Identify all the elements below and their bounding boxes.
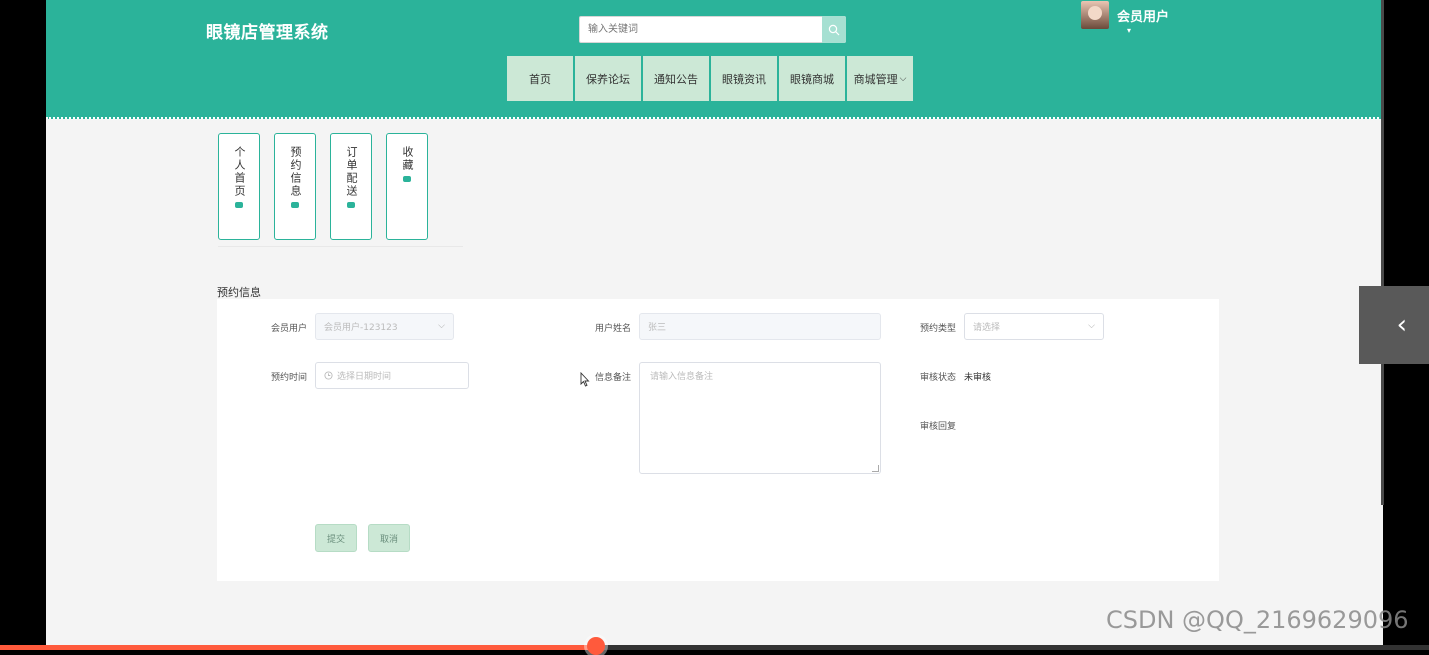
nav-shop[interactable]: 眼镜商城 — [779, 56, 845, 101]
sidebar-tabs: 个人首页 预约信息 订单配送 收藏 — [218, 133, 428, 240]
time-label: 预约时间 — [270, 373, 307, 383]
chevron-down-icon: ⌵ — [1088, 321, 1095, 331]
name-label: 用户姓名 — [594, 324, 631, 334]
sidebar-item-label: 订单配送 — [345, 146, 358, 198]
brand-title: 眼镜店管理系统 — [206, 23, 329, 43]
appointment-form: 会员用户 会员用户-123123 ⌵ 用户姓名 张三 预约类型 请选择 ⌵ 预约… — [217, 299, 1219, 581]
sidebar-item-profile[interactable]: 个人首页 — [218, 133, 260, 240]
browser-page: 眼镜店管理系统 会员用户 ▾ 首页 保养论坛 通知公告 眼镜资讯 眼镜商城 商城… — [46, 0, 1383, 650]
search-input[interactable] — [580, 17, 831, 42]
member-value: 会员用户-123123 — [324, 323, 398, 333]
sidebar-item-favorites[interactable]: 收藏 — [386, 133, 428, 240]
nav-notice[interactable]: 通知公告 — [643, 56, 709, 101]
nav-forum[interactable]: 保养论坛 — [575, 56, 641, 101]
search-box — [579, 16, 846, 43]
type-select[interactable]: 请选择 ⌵ — [964, 313, 1104, 340]
collapse-panel-button[interactable]: ‹ — [1359, 286, 1429, 364]
note-placeholder: 请输入信息备注 — [650, 372, 714, 382]
chevron-down-icon: ⌵ — [899, 73, 907, 84]
member-select[interactable]: 会员用户-123123 ⌵ — [315, 313, 454, 340]
type-label: 预约类型 — [919, 324, 956, 334]
name-value: 张三 — [648, 323, 667, 333]
site-header: 眼镜店管理系统 会员用户 ▾ 首页 保养论坛 通知公告 眼镜资讯 眼镜商城 商城… — [46, 0, 1383, 119]
leaf-icon — [347, 202, 355, 208]
chevron-down-icon[interactable]: ▾ — [1127, 26, 1131, 35]
progress-fill — [0, 645, 596, 650]
status-value: 未审核 — [964, 373, 992, 383]
video-progress-bar[interactable] — [0, 637, 1429, 655]
reply-label: 审核回复 — [919, 422, 956, 432]
user-menu[interactable]: 会员用户 — [1081, 0, 1169, 30]
clock-icon — [324, 371, 333, 380]
sidebar-item-label: 预约信息 — [289, 146, 302, 198]
nav-news[interactable]: 眼镜资讯 — [711, 56, 777, 101]
section-title: 预约信息 — [217, 286, 261, 299]
note-textarea[interactable]: 请输入信息备注 — [639, 362, 881, 474]
scrollbar[interactable] — [1381, 0, 1384, 505]
progress-handle[interactable] — [587, 637, 605, 655]
search-icon — [828, 24, 840, 35]
divider — [218, 246, 463, 247]
nav-shop-management[interactable]: 商城管理 ⌵ — [847, 56, 913, 101]
status-label: 审核状态 — [919, 373, 956, 383]
main-nav: 首页 保养论坛 通知公告 眼镜资讯 眼镜商城 商城管理 ⌵ — [507, 56, 913, 101]
type-placeholder: 请选择 — [973, 323, 1001, 333]
sidebar-item-appointment[interactable]: 预约信息 — [274, 133, 316, 240]
user-name: 会员用户 — [1117, 9, 1170, 25]
sidebar-item-label: 个人首页 — [233, 146, 246, 198]
resize-handle[interactable] — [872, 465, 879, 472]
submit-button[interactable]: 提交 — [315, 524, 357, 552]
nav-home[interactable]: 首页 — [507, 56, 573, 101]
watermark: CSDN @QQ_2169629096 — [1106, 606, 1409, 634]
chevron-down-icon: ⌵ — [438, 321, 445, 331]
datetime-picker[interactable]: 选择日期时间 — [315, 362, 469, 389]
leaf-icon — [291, 202, 299, 208]
leaf-icon — [403, 176, 411, 182]
search-button[interactable] — [822, 16, 846, 43]
time-placeholder: 选择日期时间 — [337, 372, 392, 382]
nav-shop-management-label: 商城管理 — [853, 72, 898, 86]
member-label: 会员用户 — [270, 324, 307, 334]
leaf-icon — [235, 202, 243, 208]
cancel-button[interactable]: 取消 — [368, 524, 410, 552]
sidebar-item-delivery[interactable]: 订单配送 — [330, 133, 372, 240]
name-field[interactable]: 张三 — [639, 313, 881, 340]
sidebar-item-label: 收藏 — [401, 146, 414, 172]
avatar — [1081, 1, 1109, 29]
chevron-left-icon: ‹ — [1396, 310, 1407, 340]
mouse-cursor-icon — [580, 372, 590, 387]
